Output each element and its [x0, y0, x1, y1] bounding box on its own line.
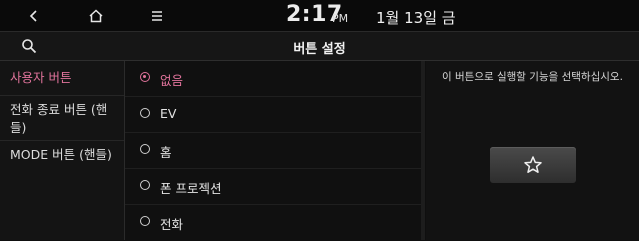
option-phone-projection[interactable]: 폰 프로젝션 — [125, 169, 421, 205]
option-phone[interactable]: 전화 — [125, 205, 421, 241]
sidebar: 사용자 버튼 전화 종료 버튼 (핸 들) MODE 버튼 (핸들) — [0, 61, 125, 240]
favorite-button[interactable] — [490, 147, 576, 183]
option-list: 없음 EV 홈 폰 프로젝션 전화 — [125, 61, 421, 240]
back-button[interactable] — [18, 2, 50, 30]
radio-icon — [140, 216, 150, 226]
divider — [0, 140, 124, 141]
page-title: 버튼 설정 — [293, 42, 346, 57]
sidebar-item-mode-button[interactable]: MODE 버튼 (핸들) — [0, 146, 124, 164]
menu-button[interactable] — [141, 2, 173, 30]
option-ev[interactable]: EV — [125, 97, 421, 133]
radio-selected-icon — [140, 72, 150, 82]
sidebar-item-call-end-button[interactable]: 전화 종료 버튼 (핸 들) — [0, 101, 124, 137]
radio-icon — [140, 108, 150, 118]
option-label: 전화 — [160, 217, 184, 232]
radio-icon — [140, 180, 150, 190]
sidebar-item-label-line2: 들) — [10, 120, 27, 135]
menu-icon — [152, 11, 162, 21]
hint-text: 이 버튼으로 실행할 기능을 선택하십시오. — [442, 71, 623, 83]
option-label: EV — [160, 106, 177, 121]
title-bar: 버튼 설정 — [0, 32, 639, 61]
status-bar: 2:17 PM 1월 13일 금 — [0, 0, 639, 32]
option-home[interactable]: 홈 — [125, 133, 421, 169]
star-icon — [524, 156, 542, 173]
sidebar-item-label: 사용자 버튼 — [10, 70, 72, 85]
sidebar-item-user-button[interactable]: 사용자 버튼 — [0, 69, 124, 87]
option-label: 홈 — [160, 145, 172, 160]
clock-ampm: PM — [332, 12, 349, 25]
radio-icon — [140, 144, 150, 154]
option-label: 없음 — [160, 73, 184, 88]
clock-date: 1월 13일 금 — [376, 9, 456, 27]
home-icon — [89, 9, 103, 23]
back-icon — [29, 10, 37, 22]
divider — [0, 95, 124, 96]
home-button[interactable] — [80, 2, 112, 30]
sidebar-item-label: MODE 버튼 (핸들) — [10, 147, 112, 162]
preview-pane: 이 버튼으로 실행할 기능을 선택하십시오. — [426, 61, 639, 240]
scrollbar[interactable] — [421, 61, 425, 240]
sidebar-item-label: 전화 종료 버튼 (핸 — [10, 102, 108, 117]
option-none[interactable]: 없음 — [125, 61, 421, 97]
option-label: 폰 프로젝션 — [160, 181, 222, 196]
